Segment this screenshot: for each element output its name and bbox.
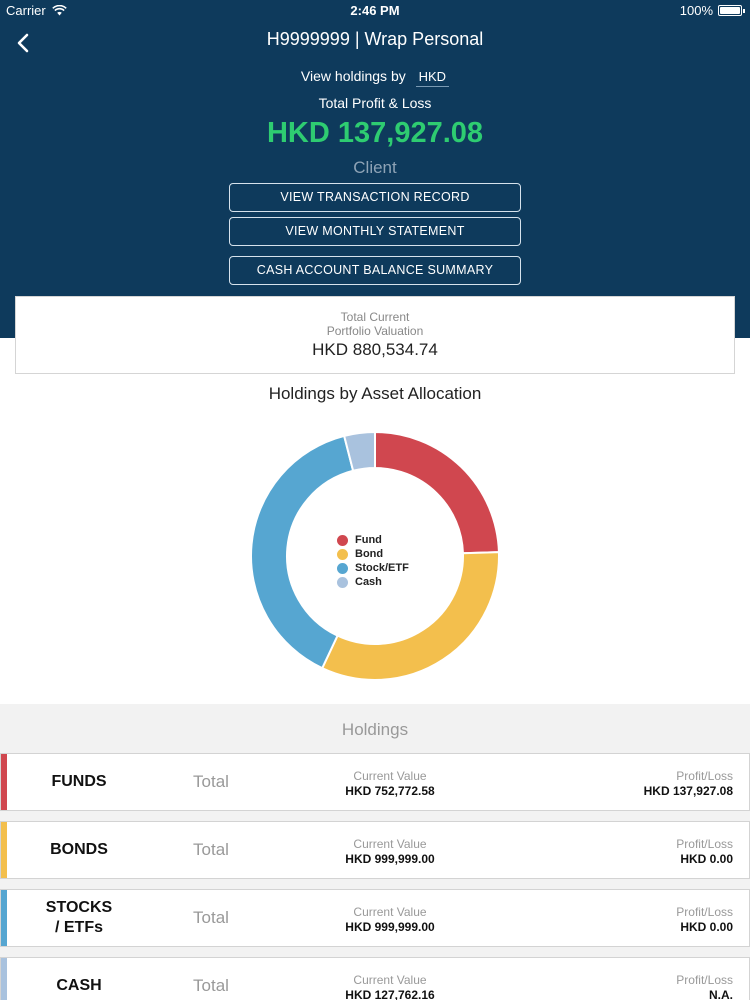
current-value-amount: HKD 127,762.16 (345, 988, 435, 1000)
legend-label: Stock/ETF (355, 562, 409, 574)
profit-loss-label: Profit/Loss (676, 769, 733, 783)
current-value-label: Current Value (353, 837, 427, 851)
legend-item: Bond (337, 547, 409, 561)
current-value-label: Current Value (353, 769, 427, 783)
profit-loss-label: Profit/Loss (676, 973, 733, 987)
legend-item: Stock/ETF (337, 561, 409, 575)
profit-loss-amount: HKD 0.00 (680, 852, 733, 866)
profit-loss-amount: HKD 0.00 (680, 920, 733, 934)
holding-row[interactable]: CASH Total Current Value HKD 127,762.16 Prof… (0, 957, 750, 1000)
current-value-amount: HKD 999,999.00 (345, 852, 435, 866)
current-value-amount: HKD 999,999.00 (345, 920, 435, 934)
current-value-label: Current Value (353, 973, 427, 987)
holding-color-bar (1, 754, 7, 810)
chart-legend: Fund Bond Stock/ETF Cash (337, 533, 409, 589)
holding-row[interactable]: FUNDS Total Current Value HKD 752,772.58 Pro… (0, 753, 750, 811)
holding-color-bar (1, 890, 7, 946)
holding-color-bar (1, 822, 7, 878)
profit-loss-label: Profit/Loss (676, 905, 733, 919)
holdings-title: Holdings (341, 720, 409, 739)
legend-dot (337, 548, 348, 560)
profit-loss-amount: N.A. (709, 988, 733, 1000)
holding-name: FUNDS (51, 773, 107, 790)
holding-total-label: Total (193, 976, 229, 995)
legend-dot (337, 562, 348, 574)
legend-dot (337, 534, 348, 546)
holding-total-label: Total (193, 772, 229, 791)
holding-color-bar (1, 958, 7, 1000)
holding-name: CASH (56, 977, 102, 994)
holding-row[interactable]: BONDS Total Current Value HKD 999,999.00 Pro… (0, 821, 750, 879)
holding-name: BONDS (50, 841, 108, 858)
legend-label: Bond (355, 548, 384, 560)
holding-total-label: Total (193, 840, 229, 859)
legend-label: Cash (355, 576, 382, 588)
legend-dot (337, 576, 348, 588)
legend-item: Cash (337, 575, 409, 589)
profit-loss-label: Profit/Loss (676, 837, 733, 851)
current-value-label: Current Value (353, 905, 427, 919)
asset-allocation-donut-chart (250, 430, 500, 681)
holding-row[interactable]: STOCKS / ETFs Total Current Value HKD 999,99… (0, 889, 750, 947)
current-value-amount: HKD 752,772.58 (345, 784, 435, 798)
legend-label: Fund (355, 534, 382, 546)
holding-total-label: Total (193, 908, 229, 927)
legend-item: Fund (337, 533, 409, 547)
profit-loss-amount: HKD 137,927.08 (643, 784, 733, 798)
holding-name: STOCKS / ETFs (45, 899, 113, 936)
